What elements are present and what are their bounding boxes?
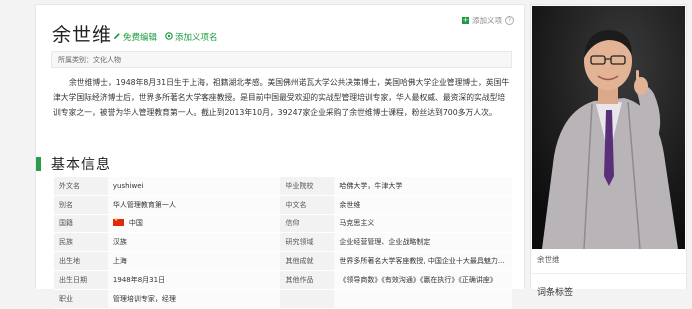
info-key: 其他作品 [280, 270, 335, 290]
portrait-photo[interactable] [532, 6, 685, 249]
info-row: 职业 管理培训专家，经理 [54, 289, 512, 309]
info-value[interactable]: 上海 [107, 251, 281, 271]
info-row: 外文名 yushiwei 毕业院校 哈佛大学，牛津大学 [54, 177, 512, 196]
info-row: 出生地 上海 其他成就 世界多所著名大学客座教授, 中国企业十大最具魅力... [54, 251, 512, 271]
photo-caption: 余世维 [537, 255, 560, 264]
info-value[interactable]: 华人管理教育第一人 [107, 195, 281, 215]
info-value[interactable] [334, 289, 512, 309]
info-value[interactable]: 马克思主义 [334, 214, 512, 234]
info-key: 职业 [54, 289, 108, 309]
add-tag-label: 添加义项 [472, 16, 502, 25]
china-flag-icon [112, 217, 124, 227]
section-header: 基本信息 [36, 154, 111, 174]
info-key [280, 289, 335, 309]
info-value[interactable]: 《领导商数》《有效沟通》《赢在执行》《正确讲座》 [334, 270, 512, 290]
sidebar-next-heading: 词条标签 [537, 288, 574, 298]
sidebar: 余世维 词条标签 [530, 4, 687, 298]
add-sense-label: 添加义项名 [175, 33, 218, 43]
info-key: 外文名 [54, 177, 108, 196]
help-icon[interactable]: ? [505, 16, 514, 25]
category-bar: 所属类别：文化人物 [51, 51, 512, 68]
info-value[interactable]: 企业经营管理、企业战略制定 [334, 232, 512, 253]
info-value[interactable]: yushiwei [107, 177, 281, 196]
info-key: 毕业院校 [280, 177, 335, 196]
plus-icon: + [462, 16, 469, 24]
info-value[interactable]: 哈佛大学，牛津大学 [334, 177, 512, 196]
info-key: 出生地 [54, 251, 108, 271]
nationality-text: 中国 [128, 219, 143, 228]
section-title: 基本信息 [51, 157, 111, 173]
info-row: 国籍 中国 信仰马克思主义 [54, 214, 512, 234]
info-value[interactable]: 余世维 [334, 195, 512, 215]
info-key: 国籍 [54, 214, 108, 234]
info-row: 出生日期 1948年8月31日 其他作品 《领导商数》《有效沟通》《赢在执行》《正确讲… [54, 270, 512, 290]
basic-info-table: 外文名 yushiwei 毕业院校 哈佛大学，牛津大学 别名 华人管理教育第一人 中文名 余世… [54, 177, 512, 309]
edit-button[interactable]: 免费编辑 [113, 31, 157, 43]
info-value[interactable]: 1948年8月31日 [107, 270, 281, 290]
info-value[interactable]: 中国 [107, 214, 281, 234]
page-title: 余世维 [52, 24, 113, 46]
add-tag-button[interactable]: + 添加义项 ? [462, 15, 514, 26]
info-key: 其他成就 [280, 251, 335, 271]
info-key: 出生日期 [54, 270, 108, 290]
info-value[interactable]: 世界多所著名大学客座教授, 中国企业十大最具魅力... [334, 251, 512, 271]
info-key: 信仰 [280, 214, 335, 234]
info-key: 民族 [54, 232, 108, 253]
info-key: 中文名 [280, 195, 335, 215]
add-sense-button[interactable]: 添加义项名 [165, 31, 218, 43]
info-key: 研究领域 [280, 232, 335, 253]
article-main: 余世维 免费编辑 添加义项名 + 添加义项 ? 所属类别：文化人物 余世维博士，… [35, 4, 525, 309]
info-row: 民族 汉族 研究领域 企业经营管理、企业战略制定 [54, 232, 512, 253]
edit-label: 免费编辑 [123, 33, 158, 43]
intro-paragraph: 余世维博士，1948年8月31日生于上海，祖籍湖北孝感。美国佛州诺瓦大学公共决策… [53, 78, 510, 117]
info-value[interactable]: 管理培训专家，经理 [107, 289, 281, 309]
sidebar-divider [531, 273, 686, 274]
sense-icon [165, 31, 173, 43]
pencil-icon [113, 32, 121, 43]
info-value[interactable]: 汉族 [107, 232, 281, 253]
section-bar [36, 157, 41, 171]
info-row: 别名 华人管理教育第一人 中文名 余世维 [54, 195, 512, 215]
info-key: 别名 [54, 195, 108, 215]
